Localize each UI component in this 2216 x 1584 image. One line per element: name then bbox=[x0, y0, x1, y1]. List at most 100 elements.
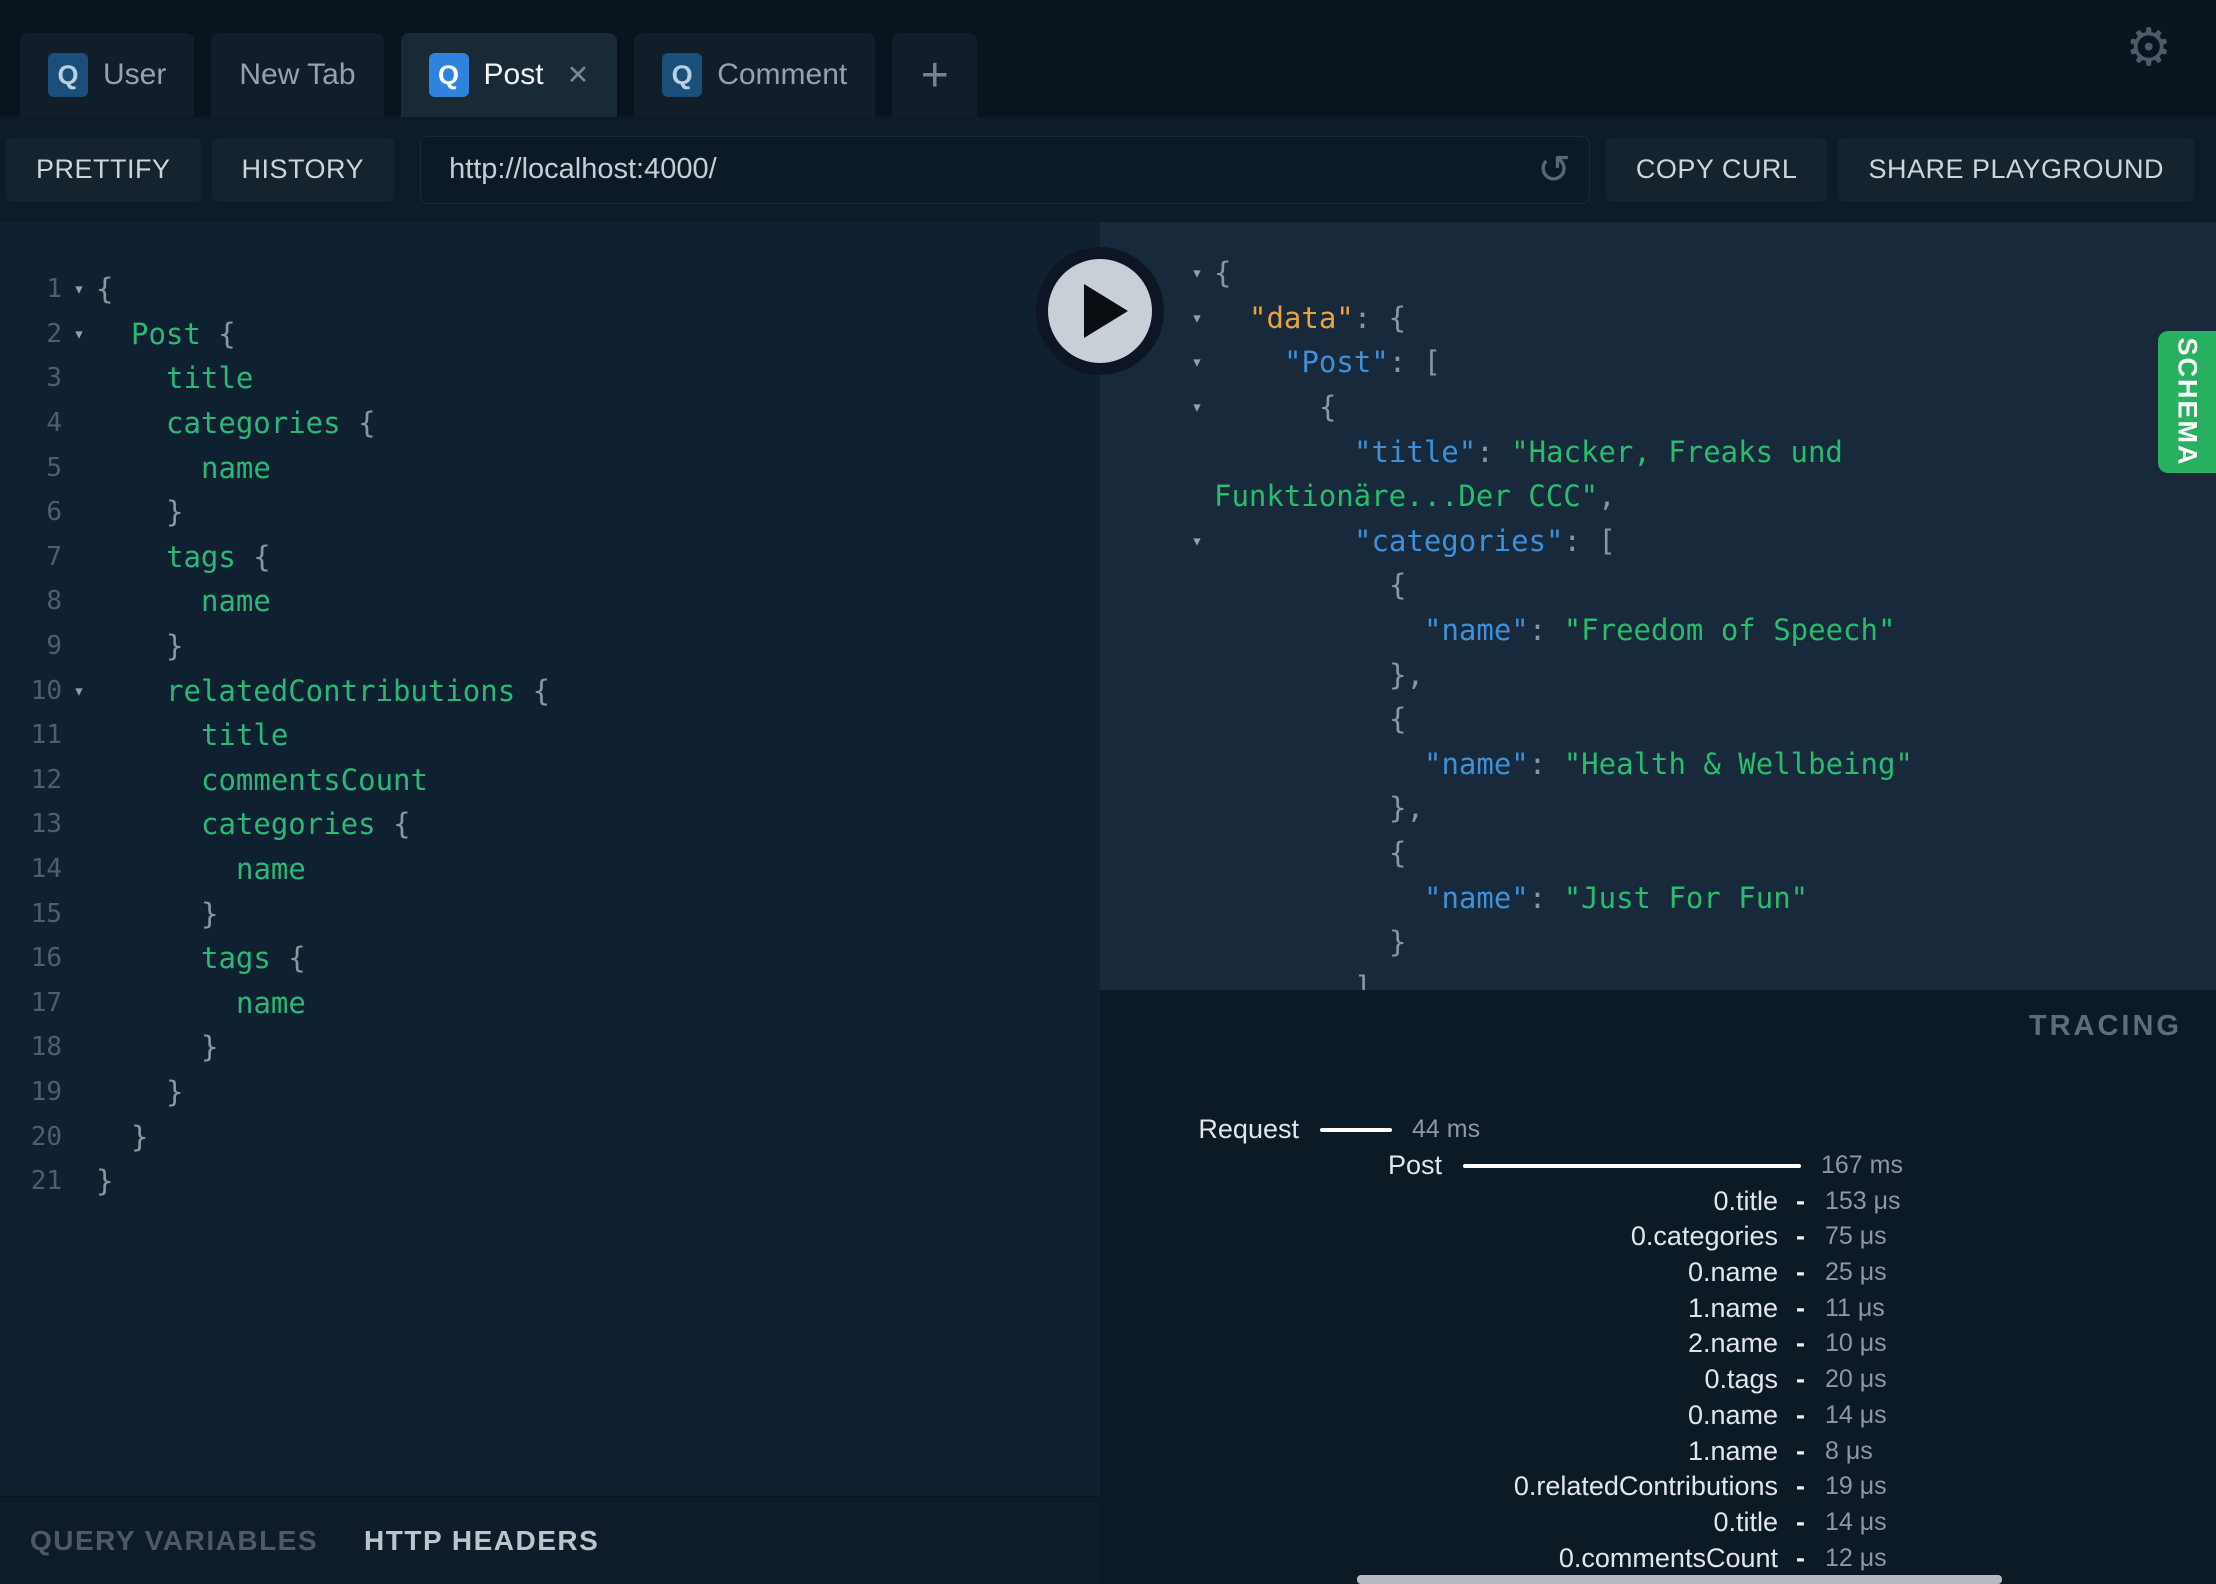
tab-user[interactable]: Q User bbox=[20, 33, 195, 117]
editor-line[interactable]: 14 name bbox=[0, 847, 1100, 892]
tracing-row: 0.categories -75 μs bbox=[1100, 1219, 2216, 1255]
editor-line[interactable]: 13 categories { bbox=[0, 802, 1100, 847]
tracing-row: 0.title -153 μs bbox=[1100, 1183, 2216, 1219]
tracing-duration: 14 μs bbox=[1825, 1507, 1887, 1536]
query-variables-tab[interactable]: QUERY VARIABLES bbox=[30, 1525, 318, 1557]
main-area: 1 ▾{2 ▾ Post {3 title 4 categories {5 name 6} 7 ta… bbox=[0, 222, 2216, 1584]
editor-line[interactable]: 17 name bbox=[0, 981, 1100, 1026]
tracing-row: 1.name -11 μs bbox=[1100, 1290, 2216, 1326]
fold-arrow-icon[interactable]: ▾ bbox=[1180, 396, 1214, 418]
tracing-dash: - bbox=[1796, 1542, 1805, 1573]
editor-line[interactable]: 16 tags { bbox=[0, 936, 1100, 981]
schema-tab-label: SCHEMA bbox=[2172, 337, 2203, 467]
line-number: 4 bbox=[46, 408, 62, 439]
tab-label: New Tab bbox=[239, 58, 356, 91]
fold-arrow-icon[interactable]: ▾ bbox=[1180, 351, 1214, 373]
tracing-bar bbox=[1463, 1163, 1801, 1168]
schema-tab[interactable]: SCHEMA bbox=[2158, 331, 2216, 473]
editor-line[interactable]: 12 commentsCount bbox=[0, 758, 1100, 803]
editor-line[interactable]: 5 name bbox=[0, 445, 1100, 490]
new-tab-button[interactable]: + bbox=[892, 33, 978, 117]
execute-query-button[interactable] bbox=[1036, 247, 1164, 375]
query-editor[interactable]: 1 ▾{2 ▾ Post {3 title 4 categories {5 name 6} 7 ta… bbox=[0, 222, 1100, 1496]
tracing-row: 0.relatedContributions -19 μs bbox=[1100, 1469, 2216, 1505]
plus-icon: + bbox=[920, 48, 949, 102]
editor-line[interactable]: 9} bbox=[0, 624, 1100, 669]
fold-arrow-icon[interactable]: ▾ bbox=[62, 680, 96, 702]
http-headers-tab[interactable]: HTTP HEADERS bbox=[364, 1525, 599, 1557]
toolbar: PRETTIFY HISTORY ↺ COPY CURL SHARE PLAYG… bbox=[0, 117, 2216, 222]
editor-line[interactable]: 10 ▾ relatedContributions { bbox=[0, 668, 1100, 713]
tracing-duration: 75 μs bbox=[1825, 1222, 1887, 1251]
tracing-span-label: Request bbox=[1198, 1114, 1299, 1145]
history-button[interactable]: HISTORY bbox=[211, 137, 395, 202]
fold-arrow-icon[interactable]: ▾ bbox=[1180, 307, 1214, 329]
tracing-title: TRACING bbox=[2028, 1010, 2182, 1042]
fold-arrow-icon[interactable]: ▾ bbox=[1180, 262, 1214, 284]
tab-new-tab[interactable]: New Tab bbox=[211, 33, 384, 117]
tracing-span-post: Post 167 ms bbox=[1100, 1148, 2216, 1184]
response-line: "name": "Health & Wellbeing" bbox=[1424, 746, 1913, 781]
copy-curl-button[interactable]: COPY CURL bbox=[1605, 137, 1828, 202]
tracing-field-label: 0.name bbox=[1687, 1399, 1778, 1430]
tracing-dash: - bbox=[1796, 1471, 1805, 1502]
share-playground-button[interactable]: SHARE PLAYGROUND bbox=[1838, 137, 2194, 202]
response-line: { bbox=[1389, 836, 1407, 871]
line-number: 1 bbox=[46, 274, 62, 305]
fold-arrow-icon[interactable]: ▾ bbox=[62, 278, 96, 300]
tracing-bar bbox=[1320, 1127, 1392, 1132]
fold-arrow-icon[interactable]: ▾ bbox=[1180, 530, 1214, 552]
tracing-rows: Request 44 ms Post 167 ms 0.title -153 μs 0.ca… bbox=[1100, 1112, 2216, 1584]
endpoint-url-field[interactable]: ↺ bbox=[420, 135, 1590, 204]
response-line: "title": "Hacker, Freaks und bbox=[1354, 434, 1843, 469]
line-number: 16 bbox=[30, 943, 62, 974]
fold-arrow-icon[interactable]: ▾ bbox=[62, 323, 96, 345]
editor-line[interactable]: 3 title bbox=[0, 356, 1100, 401]
prettify-button[interactable]: PRETTIFY bbox=[6, 137, 201, 202]
tracing-dash: - bbox=[1796, 1257, 1805, 1288]
editor-line[interactable]: 1 ▾{ bbox=[0, 267, 1100, 312]
settings-gear-icon[interactable]: ⚙ bbox=[2125, 22, 2172, 74]
line-number: 12 bbox=[30, 764, 62, 795]
reload-schema-icon[interactable]: ↺ bbox=[1537, 150, 1571, 190]
editor-line[interactable]: 20} bbox=[0, 1114, 1100, 1159]
tracing-duration: 10 μs bbox=[1825, 1329, 1887, 1358]
query-type-badge: Q bbox=[662, 53, 703, 97]
line-number: 21 bbox=[30, 1166, 62, 1197]
line-number: 17 bbox=[30, 987, 62, 1018]
editor-line[interactable]: 15} bbox=[0, 891, 1100, 936]
editor-line[interactable]: 18} bbox=[0, 1025, 1100, 1070]
url-input[interactable] bbox=[447, 152, 1538, 187]
tracing-dash: - bbox=[1796, 1185, 1805, 1216]
tab-post[interactable]: Q Post ✕ bbox=[400, 33, 618, 117]
editor-line[interactable]: 11 title bbox=[0, 713, 1100, 758]
tab-comment[interactable]: Q Comment bbox=[634, 33, 876, 117]
editor-line[interactable]: 2 ▾ Post { bbox=[0, 312, 1100, 357]
query-pane: 1 ▾{2 ▾ Post {3 title 4 categories {5 name 6} 7 ta… bbox=[0, 222, 1100, 1584]
line-number: 19 bbox=[30, 1076, 62, 1107]
editor-line[interactable]: 4 categories { bbox=[0, 401, 1100, 446]
line-number: 15 bbox=[30, 898, 62, 929]
tracing-span-request: Request 44 ms bbox=[1100, 1112, 2216, 1148]
tracing-scrollbar[interactable] bbox=[1357, 1575, 2002, 1584]
tab-label: Post bbox=[483, 58, 544, 91]
tracing-duration: 11 μs bbox=[1825, 1293, 1885, 1322]
editor-line[interactable]: 6} bbox=[0, 490, 1100, 535]
tracing-row: 0.name -25 μs bbox=[1100, 1255, 2216, 1291]
tracing-dash: - bbox=[1796, 1328, 1805, 1359]
tracing-duration: 20 μs bbox=[1825, 1365, 1887, 1394]
response-viewer: ▾{▾ "data": {▾ "Post": [▾{"title": "Hacker… bbox=[1100, 222, 2216, 990]
response-line: ▾ "Post": [ bbox=[1180, 340, 2216, 385]
editor-line[interactable]: 7 tags { bbox=[0, 535, 1100, 580]
close-tab-icon[interactable]: ✕ bbox=[567, 60, 590, 91]
editor-line[interactable]: 19} bbox=[0, 1070, 1100, 1115]
tracing-field-label: 0.relatedContributions bbox=[1513, 1471, 1778, 1502]
tracing-dash: - bbox=[1796, 1399, 1805, 1430]
tracing-dash: - bbox=[1796, 1292, 1805, 1323]
editor-line[interactable]: 8 name bbox=[0, 579, 1100, 624]
graphql-playground-window: Q User New Tab Q Post ✕ Q Comment + ⚙ PRETTIFY … bbox=[0, 0, 2216, 1584]
tracing-span-label: Post bbox=[1387, 1150, 1442, 1181]
editor-line[interactable]: 21} bbox=[0, 1159, 1100, 1204]
tracing-row: 0.name -14 μs bbox=[1100, 1398, 2216, 1434]
tracing-dash: - bbox=[1796, 1506, 1805, 1537]
